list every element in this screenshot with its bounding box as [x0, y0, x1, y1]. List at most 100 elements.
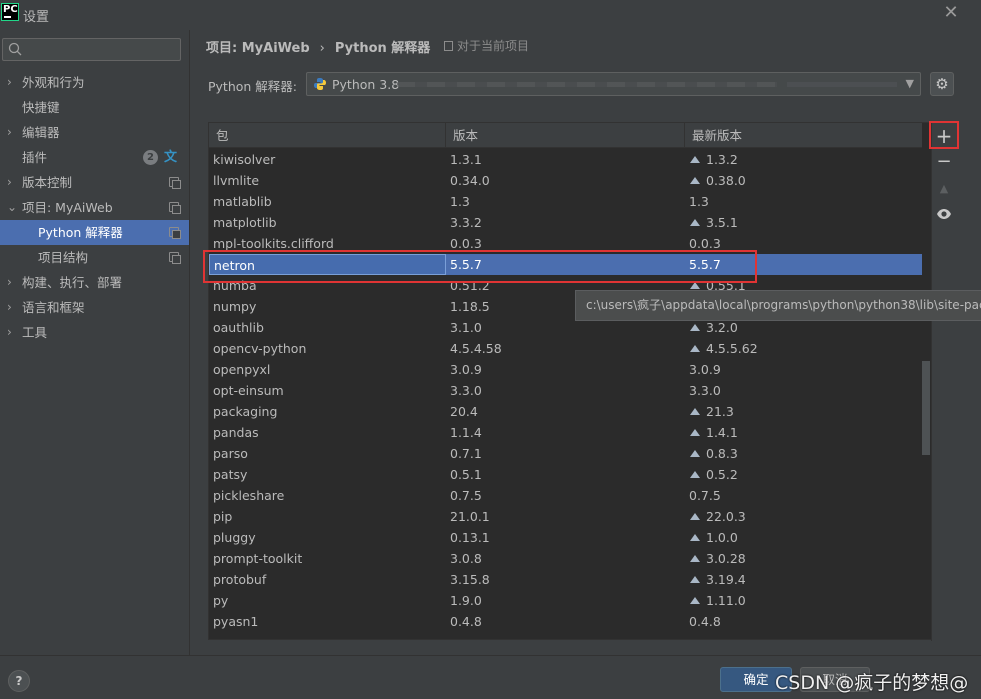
sidebar-item-label: 项目: MyAiWeb	[22, 200, 113, 215]
chevron-down-icon[interactable]: ▼	[906, 77, 914, 90]
table-row[interactable]: opt-einsum 3.3.0 3.3.0	[209, 380, 922, 401]
table-row[interactable]: protobuf 3.15.8 3.19.4	[209, 569, 922, 590]
package-name: pickleshare	[213, 488, 285, 503]
package-version: 5.5.7	[450, 257, 482, 272]
sidebar-item[interactable]: 项目结构	[0, 245, 189, 270]
package-name: py	[213, 593, 229, 608]
package-latest-version: 3.3.0	[685, 380, 922, 401]
table-row[interactable]: packaging 20.4 21.3	[209, 401, 922, 422]
show-early-releases-button[interactable]	[929, 202, 959, 226]
package-version: 0.0.3	[450, 236, 482, 251]
package-version: 3.3.0	[450, 383, 482, 398]
latest-version-text: 1.4.1	[706, 425, 738, 440]
sidebar-item[interactable]: › 工具	[0, 320, 189, 345]
package-version: 0.13.1	[450, 530, 490, 545]
column-header-latest[interactable]: 最新版本	[685, 123, 922, 148]
close-icon[interactable]: ✕	[941, 3, 961, 23]
package-latest-version: 5.5.7	[685, 254, 922, 275]
table-row[interactable]: pip 21.0.1 22.0.3	[209, 506, 922, 527]
upgrade-arrow-icon	[690, 597, 700, 604]
upgrade-arrow-icon	[690, 156, 700, 163]
package-latest-version: 21.3	[685, 401, 922, 422]
sidebar-divider	[189, 30, 190, 655]
search-input[interactable]	[2, 38, 181, 61]
scope-label: 对于当前项目	[444, 37, 529, 54]
interpreter-path-blurred	[397, 82, 777, 87]
table-row[interactable]: kiwisolver 1.3.1 1.3.2	[209, 149, 922, 170]
latest-version-text: 4.5.5.62	[706, 341, 758, 356]
sidebar-item[interactable]: 快捷键	[0, 95, 189, 120]
table-row[interactable]: openpyxl 3.0.9 3.0.9	[209, 359, 922, 380]
package-name: pyasn1	[213, 614, 259, 629]
remove-package-button[interactable]: −	[929, 150, 959, 174]
table-row[interactable]: mpl-toolkits.clifford 0.0.3 0.0.3	[209, 233, 922, 254]
interpreter-settings-button[interactable]: ⚙	[930, 72, 954, 96]
breadcrumb-separator: ›	[319, 41, 325, 56]
table-row[interactable]: py 1.9.0 1.11.0	[209, 590, 922, 611]
sidebar-item-label: 插件	[22, 150, 48, 165]
package-name: opencv-python	[213, 341, 307, 356]
upgrade-package-button[interactable]: ▲	[929, 177, 959, 201]
upgrade-arrow-icon	[690, 177, 700, 184]
sidebar-item[interactable]: › 版本控制	[0, 170, 189, 195]
add-package-button[interactable]: +	[929, 121, 959, 149]
project-scope-icon	[169, 177, 181, 189]
latest-version-text: 1.3.2	[706, 152, 738, 167]
sidebar-item[interactable]: › 语言和框架	[0, 295, 189, 320]
table-row[interactable]: patsy 0.5.1 0.5.2	[209, 464, 922, 485]
table-row[interactable]: pandas 1.1.4 1.4.1	[209, 422, 922, 443]
table-row[interactable]: parso 0.7.1 0.8.3	[209, 443, 922, 464]
table-row[interactable]: matplotlib 3.3.2 3.5.1	[209, 212, 922, 233]
package-latest-version: 1.0.0	[685, 527, 922, 548]
sidebar-item[interactable]: 插件 2 文	[0, 145, 189, 170]
table-row[interactable]: netron 5.5.7 5.5.7	[209, 254, 922, 275]
sidebar-item-label: 构建、执行、部署	[22, 275, 123, 290]
latest-version-text: 0.4.8	[689, 614, 721, 629]
sidebar-item-label: 快捷键	[22, 100, 60, 115]
chevron-right-icon[interactable]: ›	[7, 120, 12, 145]
chevron-right-icon[interactable]: ›	[7, 270, 12, 295]
python-icon	[314, 78, 326, 90]
package-latest-version: 1.11.0	[685, 590, 922, 611]
chevron-right-icon[interactable]: ›	[7, 295, 12, 320]
package-name: kiwisolver	[213, 152, 276, 167]
chevron-right-icon[interactable]: ›	[7, 170, 12, 195]
latest-version-text: 3.5.1	[706, 215, 738, 230]
table-row[interactable]: matlablib 1.3 1.3	[209, 191, 922, 212]
package-version: 20.4	[450, 404, 478, 419]
sidebar-item[interactable]: › 外观和行为	[0, 70, 189, 95]
footer-divider	[0, 655, 981, 656]
sidebar-item-label: 项目结构	[38, 250, 89, 265]
chevron-down-icon[interactable]: ⌄	[7, 195, 17, 220]
upgrade-arrow-icon	[690, 555, 700, 562]
package-latest-version: 1.3.2	[685, 149, 922, 170]
table-row[interactable]: prompt-toolkit 3.0.8 3.0.28	[209, 548, 922, 569]
upgrade-arrow-icon	[690, 576, 700, 583]
table-row[interactable]: opencv-python 4.5.4.58 4.5.5.62	[209, 338, 922, 359]
upgrade-arrow-icon	[690, 513, 700, 520]
sidebar-item[interactable]: › 构建、执行、部署	[0, 270, 189, 295]
help-button[interactable]: ?	[8, 670, 30, 692]
column-header-package[interactable]: 包	[209, 123, 446, 148]
package-latest-version: 0.5.2	[685, 464, 922, 485]
table-scrollbar[interactable]	[922, 361, 930, 455]
table-row[interactable]: pluggy 0.13.1 1.0.0	[209, 527, 922, 548]
latest-version-text: 3.19.4	[706, 572, 746, 587]
settings-sidebar: › 外观和行为快捷键 › 编辑器 插件 2 文 › 版本控制 ⌄ 项目: MyAiWeb Python…	[0, 30, 189, 655]
breadcrumb-project[interactable]: 项目: MyAiWeb	[206, 41, 310, 56]
latest-version-text: 1.11.0	[706, 593, 746, 608]
table-row[interactable]: llvmlite 0.34.0 0.38.0	[209, 170, 922, 191]
sidebar-item[interactable]: Python 解释器	[0, 220, 189, 245]
package-name: protobuf	[213, 572, 267, 587]
sidebar-item[interactable]: › 编辑器	[0, 120, 189, 145]
interpreter-select[interactable]: Python 3.8 ▼	[306, 72, 921, 96]
sidebar-item[interactable]: ⌄ 项目: MyAiWeb	[0, 195, 189, 220]
package-name: opt-einsum	[213, 383, 284, 398]
upgrade-arrow-icon	[690, 471, 700, 478]
package-latest-version: 22.0.3	[685, 506, 922, 527]
column-header-version[interactable]: 版本	[446, 123, 685, 148]
chevron-right-icon[interactable]: ›	[7, 70, 12, 95]
table-row[interactable]: pickleshare 0.7.5 0.7.5	[209, 485, 922, 506]
table-row[interactable]: pyasn1 0.4.8 0.4.8	[209, 611, 922, 632]
chevron-right-icon[interactable]: ›	[7, 320, 12, 345]
